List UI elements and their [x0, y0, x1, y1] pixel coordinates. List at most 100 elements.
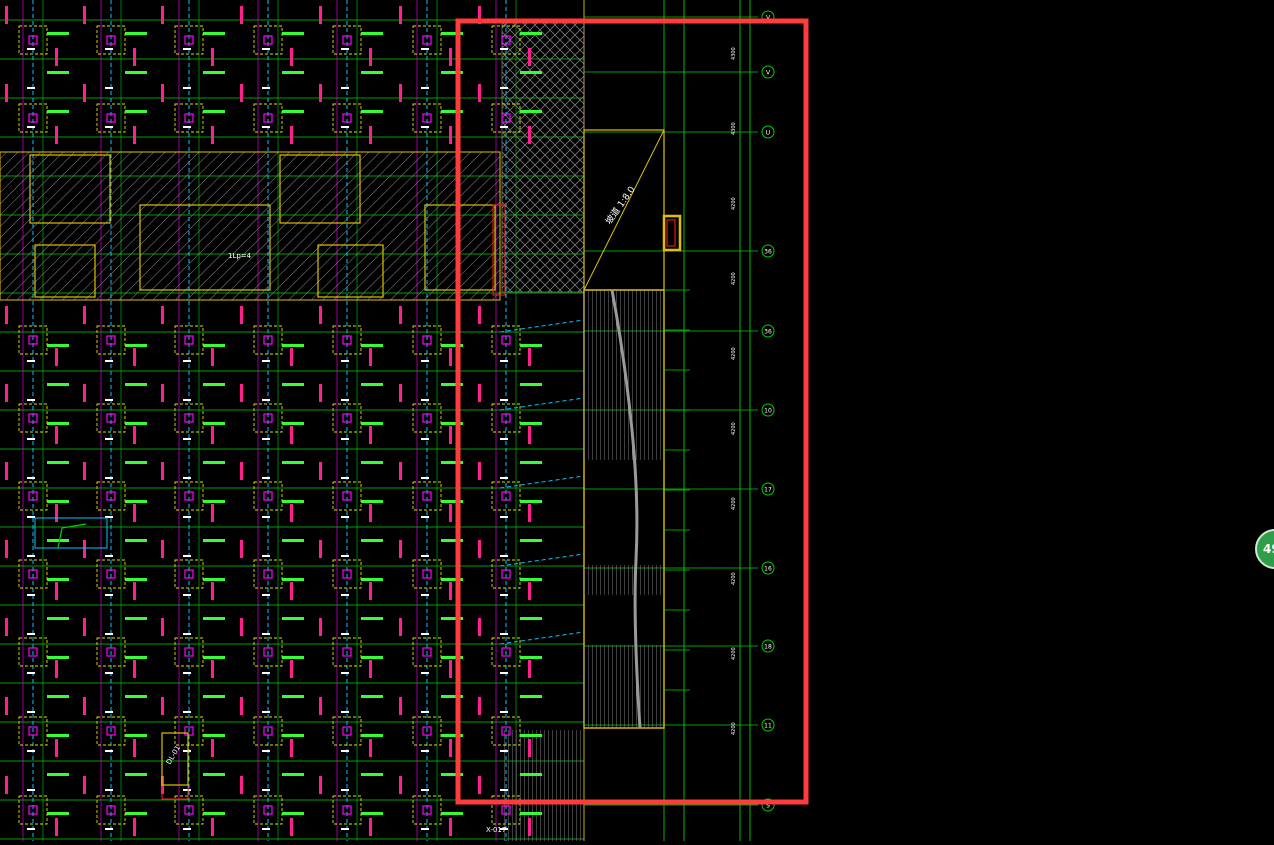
dim-tag: [240, 540, 243, 558]
beam-label-mark: [361, 578, 383, 581]
beam-note-mark: [500, 594, 508, 596]
dim-tag: [161, 6, 164, 24]
beam-label-mark: [203, 656, 225, 659]
beam-note-mark: [27, 126, 35, 128]
dim-tag: [369, 126, 372, 144]
beam-note-mark: [105, 750, 113, 752]
beam-label-mark: [125, 539, 147, 542]
dim-tag: [161, 540, 164, 558]
beam-label-mark: [203, 32, 225, 35]
ramp-door-inner: [666, 219, 676, 247]
dim-tag: [240, 384, 243, 402]
dim-tag: [161, 84, 164, 102]
beam-note-mark: [183, 126, 191, 128]
beam-note-mark: [262, 399, 270, 401]
dim-tag: [528, 504, 531, 522]
beam-note-mark: [421, 672, 429, 674]
beam-note-mark: [500, 399, 508, 401]
dim-tag: [478, 306, 481, 324]
dimension-value: 4300: [731, 47, 737, 60]
dim-tag: [83, 6, 86, 24]
beam-note-mark: [262, 555, 270, 557]
beam-note-mark: [341, 789, 349, 791]
beam-note-mark: [341, 477, 349, 479]
beam-note-mark: [341, 516, 349, 518]
dim-tag: [5, 618, 8, 636]
beam-note-mark: [27, 555, 35, 557]
beam-note-mark: [341, 750, 349, 752]
dim-tag: [211, 426, 214, 444]
beam-label-mark: [203, 695, 225, 698]
beam-label-mark: [520, 656, 542, 659]
dim-tag: [478, 540, 481, 558]
beam-note-mark: [183, 555, 191, 557]
beam-label-mark: [203, 773, 225, 776]
dimension-value: 4200: [731, 647, 737, 660]
dim-tag: [319, 384, 322, 402]
beam-label-mark: [47, 422, 69, 425]
dim-tag: [290, 504, 293, 522]
dimension-value: 4200: [731, 347, 737, 360]
beam-label-mark: [361, 773, 383, 776]
beam-note-mark: [500, 360, 508, 362]
dim-tag: [319, 618, 322, 636]
beam-label-mark: [47, 656, 69, 659]
beam-label-mark: [203, 383, 225, 386]
dim-tag: [319, 6, 322, 24]
dim-tag: [133, 660, 136, 678]
beam-note-mark: [105, 438, 113, 440]
dim-tag: [5, 84, 8, 102]
beam-note-mark: [183, 789, 191, 791]
beam-note-mark: [105, 399, 113, 401]
beam-label-mark: [441, 812, 463, 815]
beam-label-mark: [361, 32, 383, 35]
beam-label-mark: [520, 578, 542, 581]
dim-tag: [161, 462, 164, 480]
beam-note-mark: [500, 516, 508, 518]
beam-note-mark: [105, 789, 113, 791]
dim-tag: [83, 306, 86, 324]
dim-tag: [319, 84, 322, 102]
dim-tag: [161, 618, 164, 636]
dim-tag: [133, 582, 136, 600]
dim-tag: [83, 618, 86, 636]
cad-drawing-canvas[interactable]: V V U 36 36 10 17 16 18 11 S 4300 4300 4200 4200 4200 42…: [0, 0, 1274, 841]
beam-note-mark: [421, 399, 429, 401]
beam-note-mark: [262, 516, 270, 518]
beam-note-mark: [105, 87, 113, 89]
dim-tag: [5, 306, 8, 324]
dim-tag: [290, 48, 293, 66]
beam-note-mark: [183, 516, 191, 518]
dimension-value: 4200: [731, 572, 737, 585]
dim-tag: [55, 348, 58, 366]
axis-bubble-label: U: [766, 130, 770, 137]
beam-label-mark: [361, 344, 383, 347]
cad-drawing-svg[interactable]: VVU36361017161811S4300430042004200420042…: [0, 0, 1274, 841]
dim-tag: [240, 462, 243, 480]
dim-tag: [449, 48, 452, 66]
beam-label-mark: [125, 461, 147, 464]
beam-note-mark: [183, 672, 191, 674]
beam-note-mark: [341, 360, 349, 362]
beam-note-mark: [105, 711, 113, 713]
beam-label-mark: [203, 461, 225, 464]
dim-tag: [5, 540, 8, 558]
beam-note-mark: [27, 48, 35, 50]
beam-label-mark: [520, 422, 542, 425]
beam-label-mark: [203, 344, 225, 347]
beam-note-mark: [421, 555, 429, 557]
beam-note-mark: [500, 672, 508, 674]
beam-label-mark: [203, 578, 225, 581]
beam-label-mark: [47, 617, 69, 620]
beam-label-mark: [282, 383, 304, 386]
dim-tag: [478, 618, 481, 636]
dimension-value: 4200: [731, 197, 737, 210]
beam-label-mark: [47, 578, 69, 581]
beam-label-mark: [125, 32, 147, 35]
beam-label-mark: [520, 773, 542, 776]
dim-tag: [211, 582, 214, 600]
dim-tag: [528, 739, 531, 757]
beam-label-mark: [203, 734, 225, 737]
dim-tag: [55, 126, 58, 144]
beam-label-mark: [282, 656, 304, 659]
